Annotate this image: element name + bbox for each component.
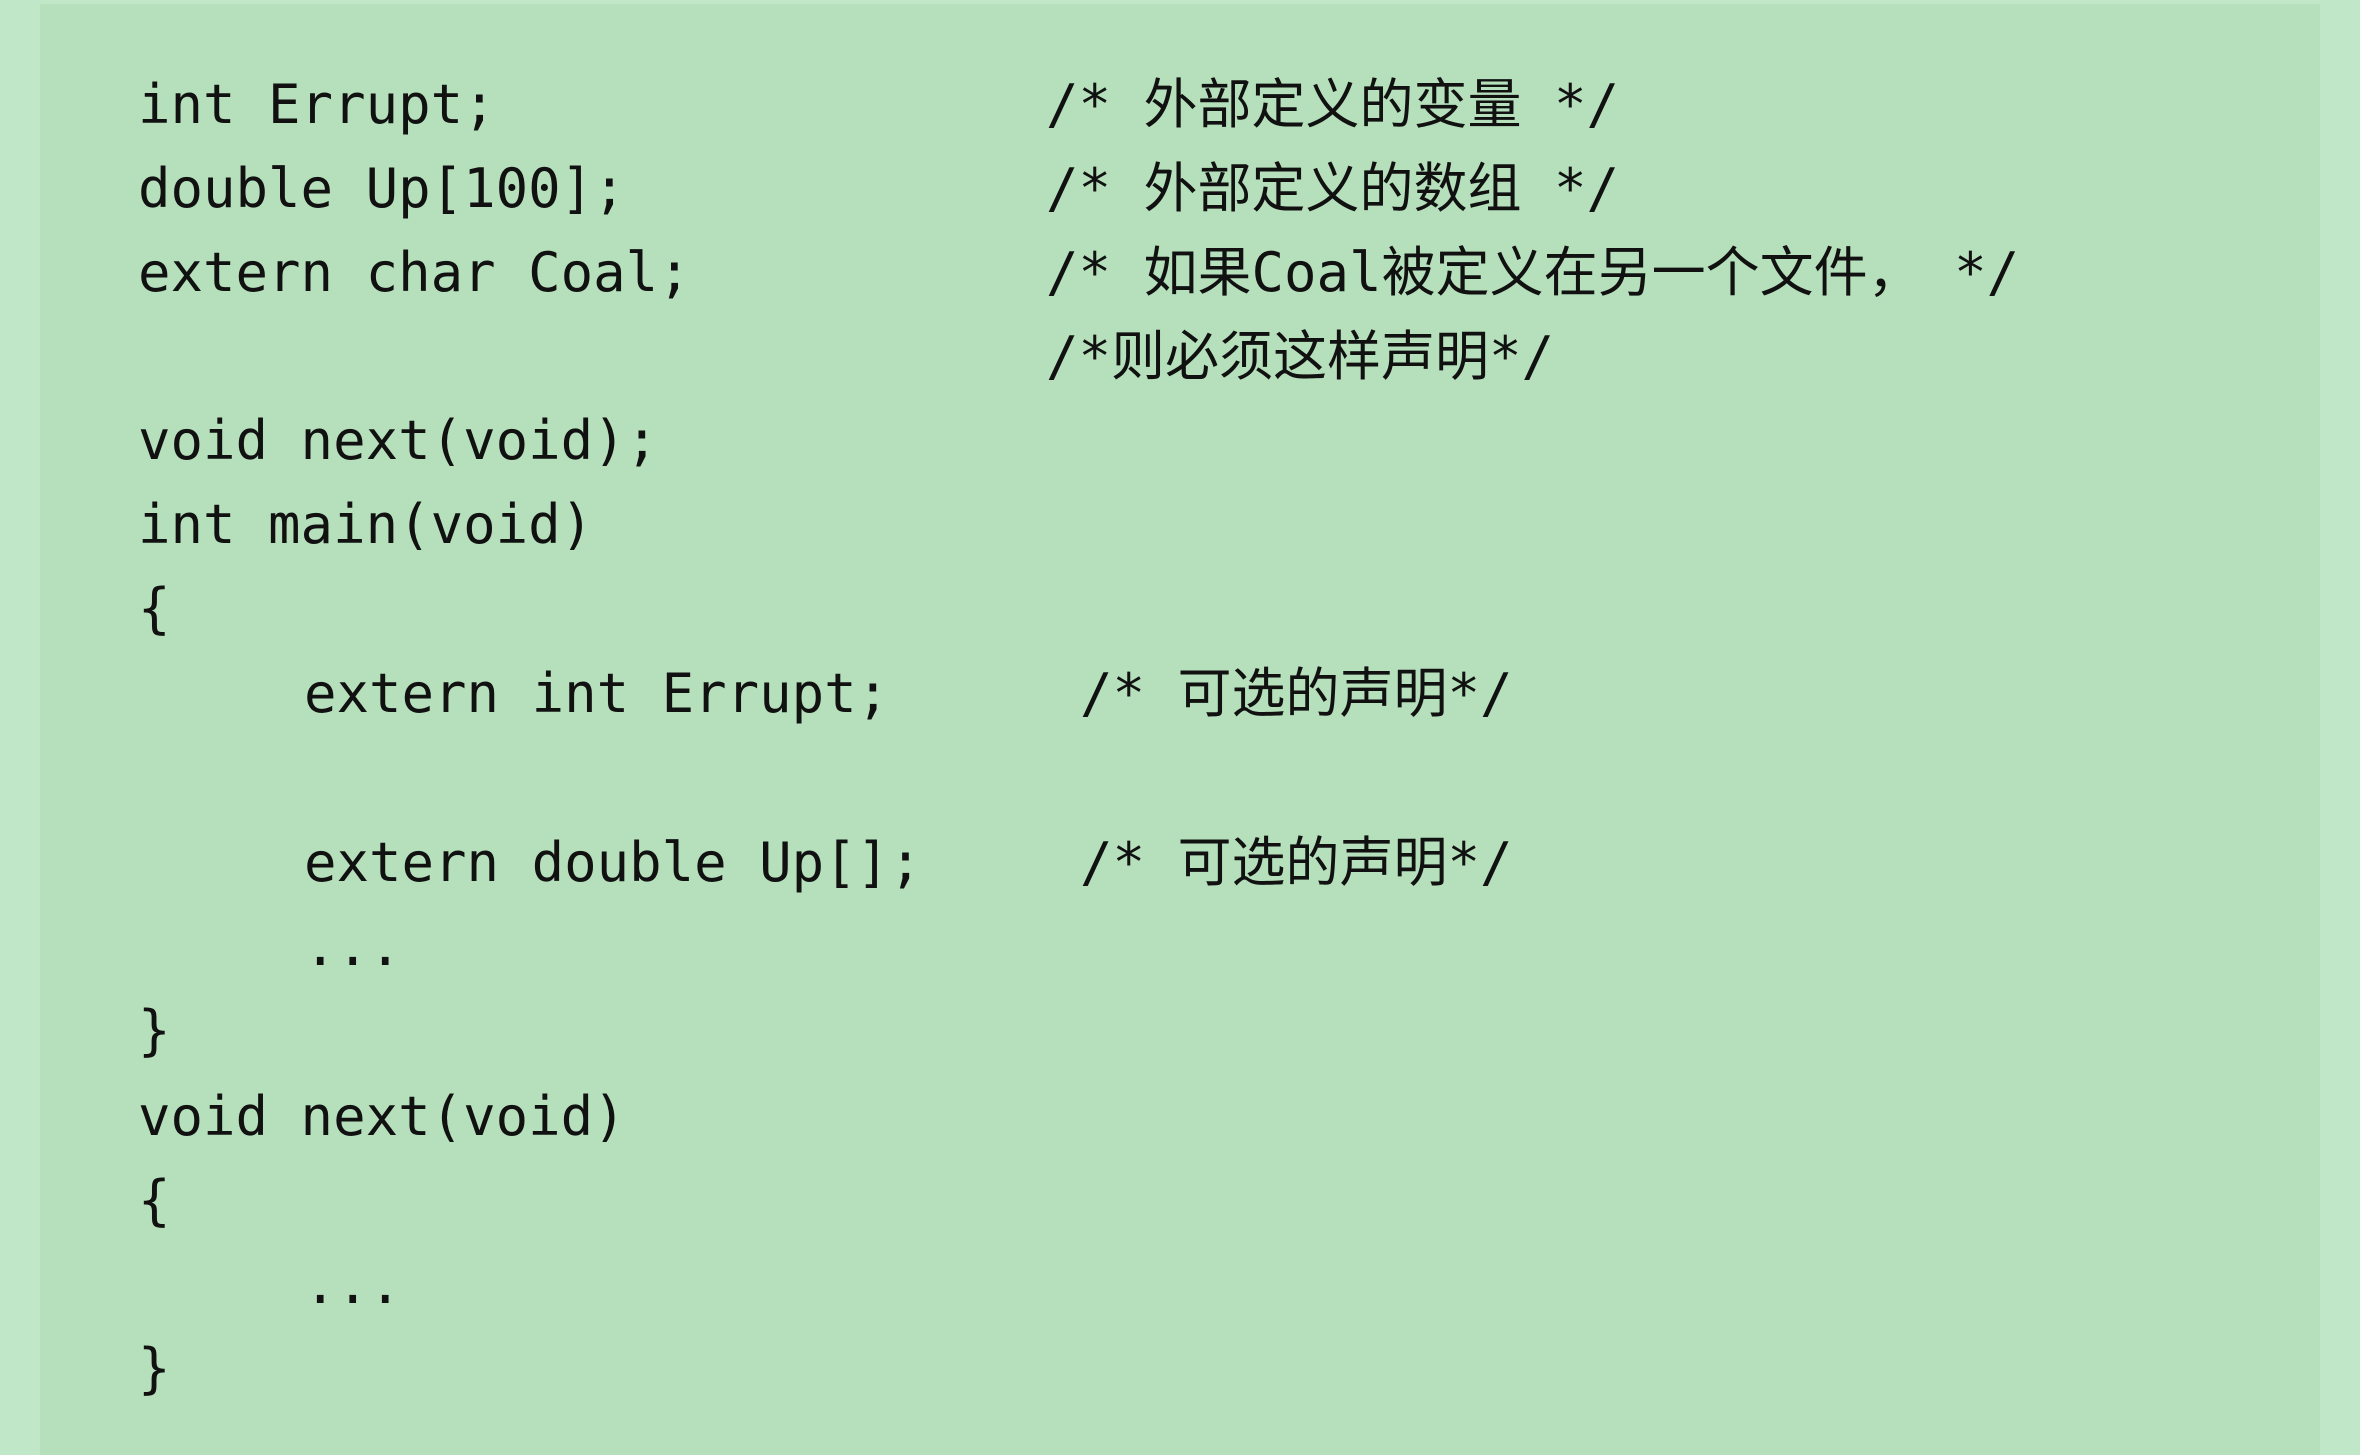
code-comment-2: /* 外部定义的数组 */ bbox=[1046, 157, 1620, 220]
code-line-7: extern int Errupt; bbox=[304, 662, 890, 725]
code-comment-4: /*则必须这样声明*/ bbox=[1046, 325, 1555, 388]
code-line-10: } bbox=[138, 999, 171, 1062]
code-comment-6: /* 可选的声明*/ bbox=[1080, 831, 1513, 894]
code-line-1: int Errupt; bbox=[138, 73, 496, 136]
code-comment-3: /* 如果Coal被定义在另一个文件， */ bbox=[1046, 241, 2020, 304]
code-line-5: int main(void) bbox=[138, 493, 594, 556]
code-line-6: { bbox=[138, 577, 171, 640]
code-line-9: ... bbox=[304, 915, 402, 978]
code-block: int Errupt; /* 外部定义的变量 */ double Up[100]… bbox=[40, 4, 2320, 1455]
code-line-8: extern double Up[]; bbox=[304, 831, 922, 894]
code-comment-5: /* 可选的声明*/ bbox=[1080, 662, 1513, 725]
code-line-3: extern char Coal; bbox=[138, 241, 691, 304]
code-line-4: void next(void); bbox=[138, 409, 659, 472]
code-line-14: } bbox=[138, 1337, 171, 1400]
code-line-12: { bbox=[138, 1169, 171, 1232]
code-line-2: double Up[100]; bbox=[138, 157, 626, 220]
code-comment-1: /* 外部定义的变量 */ bbox=[1046, 73, 1620, 136]
code-line-13: ... bbox=[304, 1253, 402, 1316]
code-line-11: void next(void) bbox=[138, 1085, 626, 1148]
